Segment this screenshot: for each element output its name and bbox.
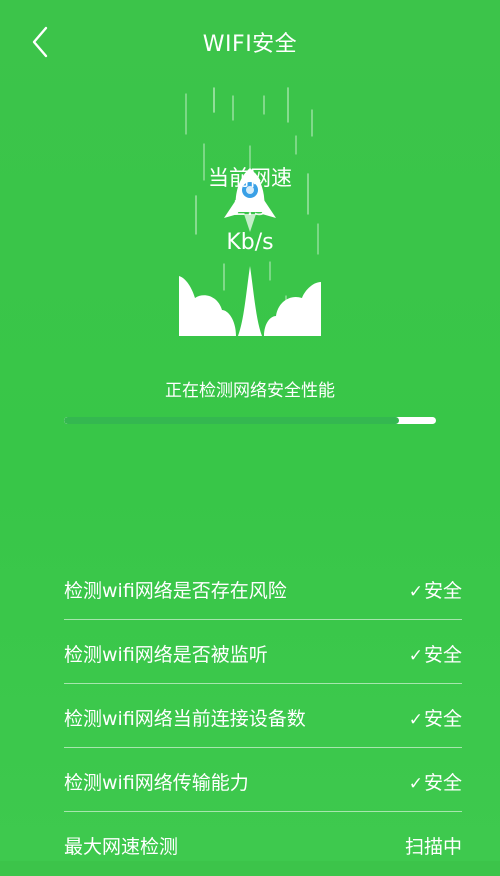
check-status: ✓安全 xyxy=(409,640,462,667)
speed-meter: 当前网速 2.3 Kb/s xyxy=(0,84,500,344)
page-title: WIFI安全 xyxy=(202,32,298,57)
speed-label: 当前网速 xyxy=(208,166,292,190)
check-label: 检测wifi网络当前连接设备数 xyxy=(64,708,306,730)
check-status: ✓安全 xyxy=(409,576,462,603)
speed-unit: Kb/s xyxy=(226,230,274,255)
check-status-text: 安全 xyxy=(423,644,462,666)
check-status: 扫描中 xyxy=(405,832,462,859)
check-label: 检测wifi网络传输能力 xyxy=(64,772,249,794)
checkmark-icon: ✓ xyxy=(408,646,423,666)
check-item-monitoring: 检测wifi网络是否被监听 ✓安全 xyxy=(64,620,462,684)
check-item-max-speed: 最大网速检测 扫描中 xyxy=(64,812,462,876)
check-item-devices: 检测wifi网络当前连接设备数 ✓安全 xyxy=(64,684,462,748)
checkmark-icon: ✓ xyxy=(408,710,423,730)
check-label: 检测wifi网络是否被监听 xyxy=(64,644,268,666)
check-status-text: 扫描中 xyxy=(404,836,462,858)
check-label: 检测wifi网络是否存在风险 xyxy=(64,580,287,602)
check-status-text: 安全 xyxy=(423,580,462,602)
check-item-transmission: 检测wifi网络传输能力 ✓安全 xyxy=(64,748,462,812)
scan-progress-bar xyxy=(64,417,436,424)
speed-value: 2.3 xyxy=(233,196,267,220)
check-status-text: 安全 xyxy=(423,708,462,730)
exhaust-trail xyxy=(238,266,262,336)
check-label: 最大网速检测 xyxy=(64,836,179,858)
check-status: ✓安全 xyxy=(409,768,462,795)
check-status-text: 安全 xyxy=(423,772,462,794)
security-check-list: 检测wifi网络是否存在风险 ✓安全 检测wifi网络是否被监听 ✓安全 检测w… xyxy=(64,556,462,876)
scan-progress-fill xyxy=(64,417,399,424)
check-item-risk: 检测wifi网络是否存在风险 ✓安全 xyxy=(64,556,462,620)
check-status: ✓安全 xyxy=(409,704,462,731)
header-bar: WIFI安全 xyxy=(0,0,500,84)
checkmark-icon: ✓ xyxy=(408,582,423,602)
scan-status-text: 正在检测网络安全性能 xyxy=(165,381,335,401)
checkmark-icon: ✓ xyxy=(408,774,423,794)
